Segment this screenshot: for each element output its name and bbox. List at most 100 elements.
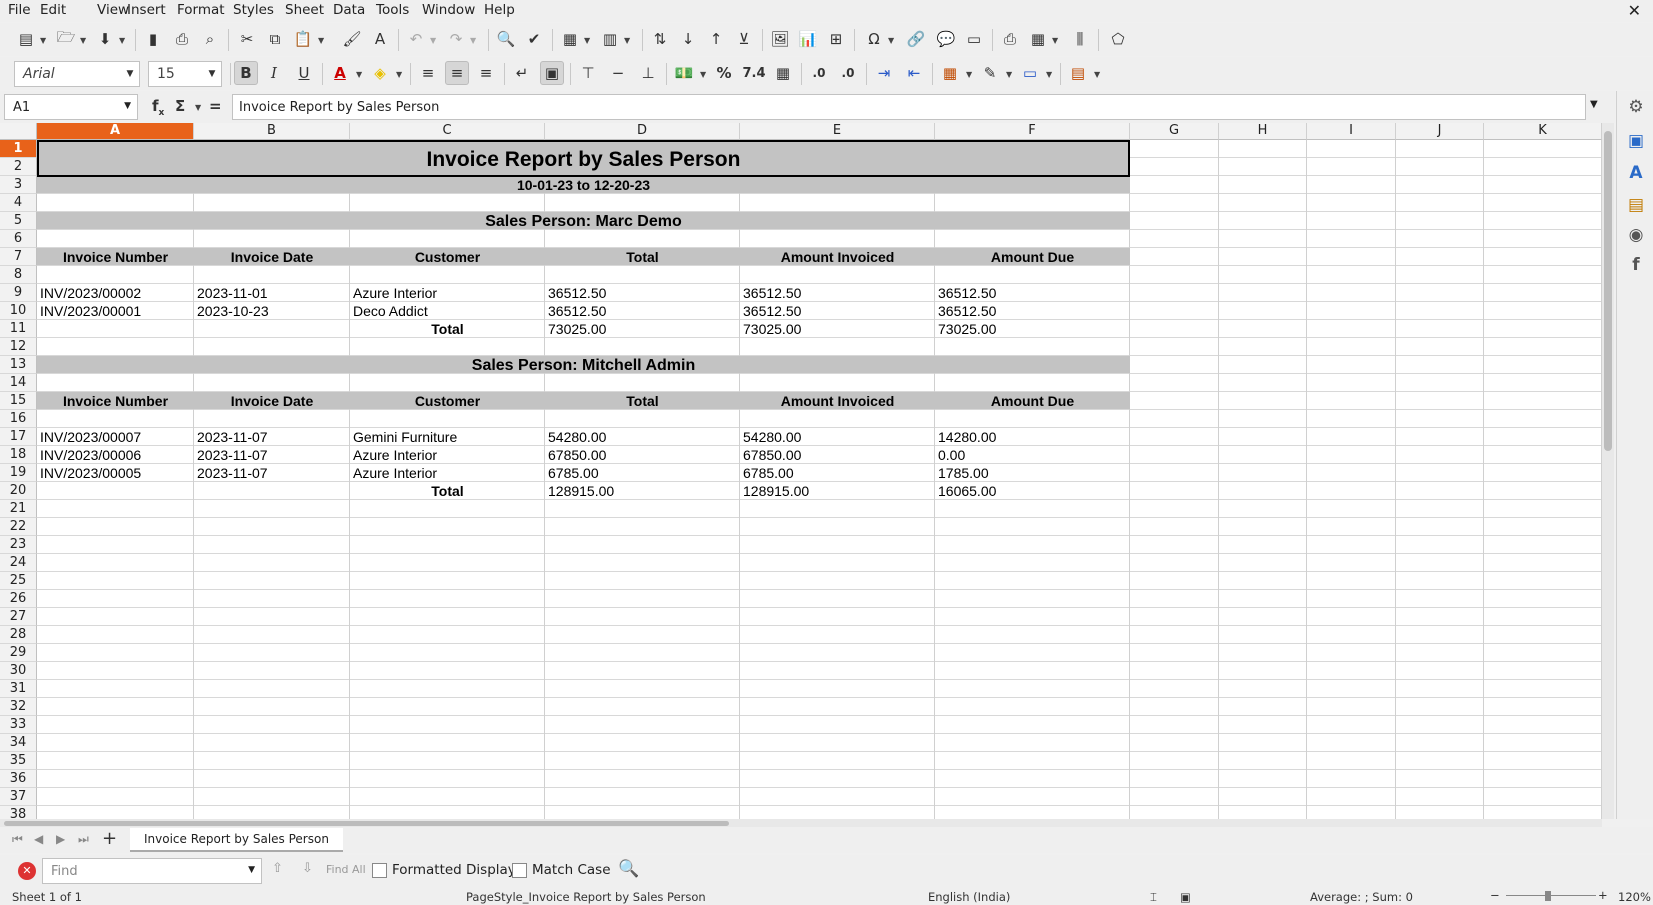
italic-icon[interactable]: I: [262, 61, 286, 85]
spreadsheet-grid[interactable]: A B C D E F G H I J K 1 2 3 4 5 6 7 8 9 10 11 12 13 14 15 16 17 18 19…: [0, 123, 1602, 819]
chevron-down-icon[interactable]: ▼: [121, 69, 139, 79]
find-next-icon[interactable]: ⇩: [302, 861, 313, 876]
column-header-e[interactable]: E: [740, 123, 935, 140]
currency-format-icon[interactable]: 💵: [672, 61, 696, 85]
row-header[interactable]: 15: [0, 392, 37, 410]
row-header[interactable]: 21: [0, 500, 37, 518]
hyperlink-icon[interactable]: 🔗: [904, 27, 928, 51]
row-header[interactable]: 38: [0, 806, 37, 819]
function-wizard-icon[interactable]: fx: [152, 97, 164, 118]
find-previous-icon[interactable]: ⇧: [272, 861, 283, 876]
zoom-in-icon[interactable]: +: [1598, 888, 1608, 902]
show-draw-functions-icon[interactable]: ⬠: [1106, 27, 1130, 51]
zoom-out-icon[interactable]: −: [1490, 888, 1500, 902]
row-header[interactable]: 34: [0, 734, 37, 752]
chevron-down-icon[interactable]: ▼: [124, 101, 131, 111]
name-box[interactable]: A1 ▼: [4, 94, 138, 120]
column-header-i[interactable]: I: [1307, 123, 1396, 140]
bold-icon[interactable]: B: [234, 61, 258, 85]
row-icon[interactable]: ▦: [558, 27, 582, 51]
borders-icon[interactable]: ▦: [938, 61, 962, 85]
align-right-icon[interactable]: ≡: [474, 61, 498, 85]
redo-icon[interactable]: ↷: [444, 27, 468, 51]
row-header[interactable]: 29: [0, 644, 37, 662]
wrap-text-icon[interactable]: ↵: [510, 61, 534, 85]
row-header[interactable]: 32: [0, 698, 37, 716]
highlight-color-icon[interactable]: ◈: [368, 61, 392, 85]
menu-data[interactable]: Data: [333, 2, 365, 18]
gallery-icon[interactable]: ▤: [1625, 195, 1647, 217]
properties-icon[interactable]: ▣: [1625, 131, 1647, 153]
row-header[interactable]: 3: [0, 176, 37, 194]
next-sheet-icon[interactable]: ▶: [56, 832, 65, 846]
row-header[interactable]: 19: [0, 464, 37, 482]
row-header[interactable]: 8: [0, 266, 37, 284]
row-header[interactable]: 36: [0, 770, 37, 788]
column-header-g[interactable]: G: [1130, 123, 1219, 140]
row-header[interactable]: 28: [0, 626, 37, 644]
zoom-level[interactable]: 120%: [1618, 890, 1651, 904]
row-header[interactable]: 16: [0, 410, 37, 428]
formula-icon[interactable]: =: [209, 97, 222, 115]
vertical-scrollbar[interactable]: [1602, 123, 1614, 819]
increase-indent-icon[interactable]: ⇥: [872, 61, 896, 85]
navigator-icon[interactable]: ◉: [1625, 225, 1647, 247]
sort-icon[interactable]: ⇅: [648, 27, 672, 51]
open-folder-icon[interactable]: 🗁: [54, 27, 78, 51]
border-color-icon[interactable]: ▭: [1018, 61, 1042, 85]
menu-format[interactable]: Format: [177, 2, 225, 18]
row-header[interactable]: 13: [0, 356, 37, 374]
align-middle-icon[interactable]: −: [606, 61, 630, 85]
row-header[interactable]: 9: [0, 284, 37, 302]
menu-insert[interactable]: Insert: [127, 2, 166, 18]
column-header-f[interactable]: F: [935, 123, 1130, 140]
column-header-a[interactable]: A: [37, 123, 194, 140]
print-icon[interactable]: ⎙: [170, 27, 194, 51]
row-header[interactable]: 25: [0, 572, 37, 590]
clear-formatting-icon[interactable]: A: [368, 27, 392, 51]
row-header[interactable]: 2: [0, 158, 37, 176]
headers-footers-icon[interactable]: ▭: [962, 27, 986, 51]
copy-icon[interactable]: ⧉: [263, 27, 287, 51]
column-header-c[interactable]: C: [350, 123, 545, 140]
pivot-table-icon[interactable]: ⊞: [824, 27, 848, 51]
close-find-icon[interactable]: ✕: [18, 862, 36, 880]
conditional-format-icon[interactable]: ▤: [1066, 61, 1090, 85]
menu-view[interactable]: View: [97, 2, 129, 18]
row-header[interactable]: 22: [0, 518, 37, 536]
close-icon[interactable]: ✕: [1628, 1, 1641, 20]
zoom-slider-handle[interactable]: [1545, 891, 1551, 901]
formula-input[interactable]: Invoice Report by Sales Person: [232, 94, 1586, 120]
row-header[interactable]: 11: [0, 320, 37, 338]
row-header[interactable]: 6: [0, 230, 37, 248]
sum-icon[interactable]: Σ: [175, 97, 185, 115]
chevron-down-icon[interactable]: ▼: [203, 69, 221, 79]
previous-sheet-icon[interactable]: ◀: [34, 832, 43, 846]
sort-descending-icon[interactable]: ↑: [704, 27, 728, 51]
border-style-icon[interactable]: ✎: [978, 61, 1002, 85]
special-character-icon[interactable]: Ω: [862, 27, 886, 51]
functions-icon[interactable]: f: [1625, 255, 1647, 277]
menu-edit[interactable]: Edit: [40, 2, 66, 18]
find-input[interactable]: Find ▼: [42, 858, 262, 884]
font-name-combo[interactable]: Arial ▼: [14, 61, 140, 87]
expand-formula-icon[interactable]: ▼: [1590, 99, 1598, 110]
sheet-tab[interactable]: Invoice Report by Sales Person: [130, 828, 343, 852]
paste-icon[interactable]: 📋: [291, 27, 315, 51]
chevron-down-icon[interactable]: ▼: [248, 865, 255, 875]
page-style[interactable]: PageStyle_Invoice Report by Sales Person: [466, 890, 706, 904]
selection-mode-icon[interactable]: ⌶: [1150, 890, 1157, 905]
spelling-icon[interactable]: ✔: [522, 27, 546, 51]
cut-icon[interactable]: ✂: [235, 27, 259, 51]
freeze-rows-icon[interactable]: ▦: [1026, 27, 1050, 51]
match-case-checkbox[interactable]: [512, 863, 527, 878]
percent-format-icon[interactable]: %: [712, 61, 736, 85]
menu-help[interactable]: Help: [484, 2, 515, 18]
row-header[interactable]: 23: [0, 536, 37, 554]
column-header-k[interactable]: K: [1484, 123, 1602, 140]
horizontal-scrollbar[interactable]: [0, 819, 1602, 827]
menu-sheet[interactable]: Sheet: [285, 2, 324, 18]
font-color-icon[interactable]: A: [328, 61, 352, 85]
styles-icon[interactable]: A: [1625, 163, 1647, 185]
align-top-icon[interactable]: ⊤: [576, 61, 600, 85]
